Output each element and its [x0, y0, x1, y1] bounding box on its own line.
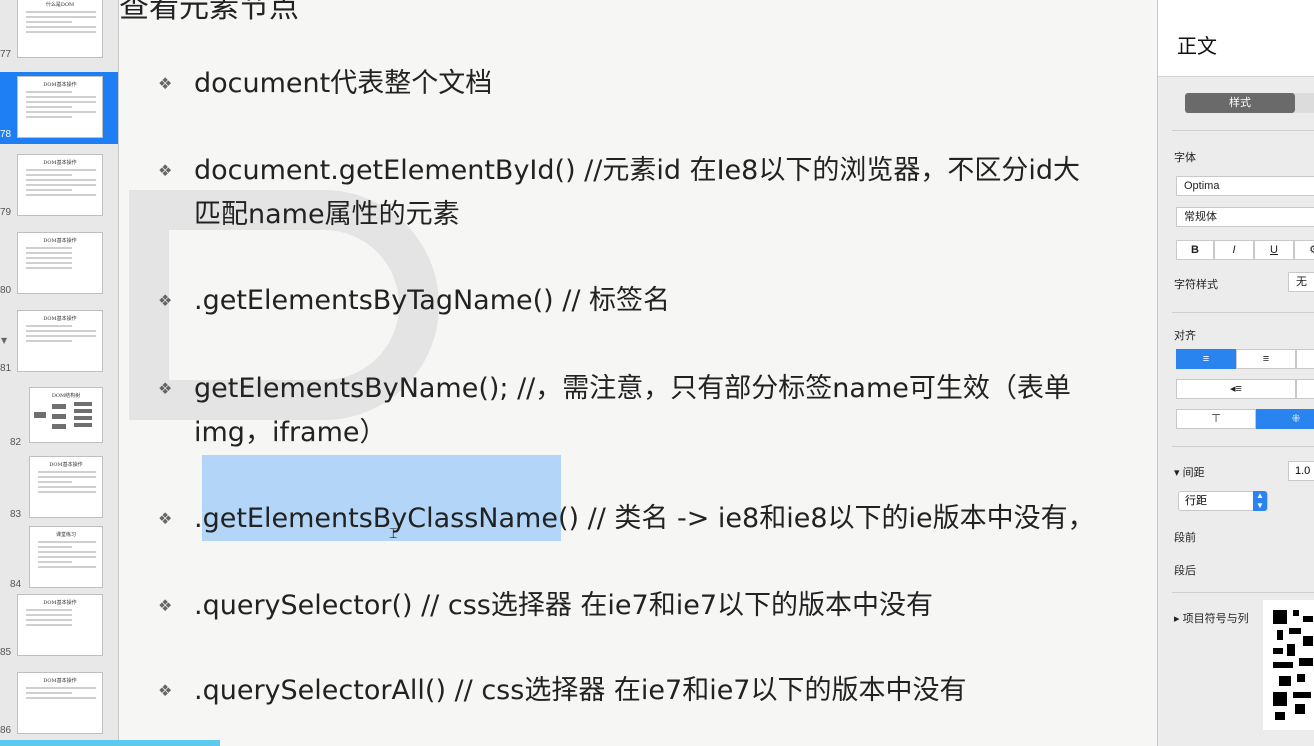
bullet-text[interactable]: .querySelectorAll() // css选择器 在ie7和ie7以下… [194, 671, 966, 711]
bullet-text[interactable]: document代表整个文档 [194, 64, 492, 104]
thumbnail-image: DOM基本操作 [17, 594, 103, 656]
collapse-triangle-icon[interactable]: ▼ [1, 336, 7, 345]
spacing-label-text: 间距 [1182, 467, 1205, 479]
thumbnail-slide-79[interactable]: DOM基本操作 79 [0, 150, 118, 222]
line-spacing-label: 行距 [1185, 495, 1207, 507]
align-left-button[interactable]: ≡ [1176, 349, 1236, 369]
font-section-label: 字体 [1174, 152, 1196, 164]
bullet-text-continuation[interactable]: img，iframe） [194, 413, 387, 453]
inspector-header: 正文 [1158, 0, 1314, 77]
slide-number: 82 [10, 437, 22, 448]
underline-button[interactable]: U [1254, 240, 1294, 260]
gear-icon[interactable]: ⚙ [1294, 240, 1314, 260]
slide-number: 81 [0, 363, 12, 374]
thumbnail-slide-78[interactable]: DOM基本操作 78 [0, 72, 118, 144]
space-after-label: 段后 [1174, 565, 1196, 577]
qr-code-overlay [1263, 600, 1314, 730]
bullet-text[interactable]: .getElementsByClassName() // 类名 -> ie8和i… [194, 499, 1095, 539]
thumbnail-slide-82[interactable]: DOM结构树 82 [0, 380, 118, 452]
bullet-text[interactable]: document.getElementById() //元素id 在Ie8以下的… [194, 151, 1080, 191]
align-center-button[interactable]: ≡ [1236, 349, 1296, 369]
line-spacing-select[interactable]: 行距 ▲ ▼ [1178, 491, 1268, 511]
bullet-text[interactable]: .querySelector() // css选择器 在ie7和ie7以下的版本… [194, 586, 933, 626]
thumbnail-image: 课堂练习 [29, 526, 103, 588]
diamond-bullet-icon: ❖ [158, 291, 173, 310]
stepper-arrows-icon[interactable]: ▲ ▼ [1253, 491, 1267, 511]
audio-level-indicator [0, 740, 220, 746]
thumbnail-slide-81[interactable]: ▼ DOM基本操作 81 [0, 306, 118, 378]
thumbnail-title: DOM基本操作 [43, 238, 77, 244]
slide-title[interactable]: 查看元素节点 [119, 0, 299, 26]
thumbnail-slide-83[interactable]: DOM基本操作 83 [0, 452, 118, 524]
slide-number: 78 [0, 129, 12, 140]
thumbnail-slide-80[interactable]: DOM基本操作 80 [0, 228, 118, 300]
diamond-bullet-icon: ❖ [158, 509, 173, 528]
bullet-text[interactable]: .getElementsByTagName() // 标签名 [194, 281, 670, 321]
tab-style[interactable]: 样式 [1185, 93, 1295, 113]
tree-diagram-icon [34, 402, 100, 432]
thumbnail-title: 课堂练习 [55, 532, 76, 538]
italic-button[interactable]: I [1214, 240, 1254, 260]
tab-layout[interactable] [1295, 93, 1314, 113]
thumbnail-title: DOM结构树 [51, 393, 81, 399]
character-style-label: 字符样式 [1174, 279, 1218, 291]
thumbnail-title: DOM基本操作 [43, 82, 77, 88]
font-family-select[interactable]: Optima [1176, 176, 1314, 196]
thumbnail-slide-77[interactable]: 什么是DOM 77 [0, 0, 118, 64]
thumbnail-image: DOM基本操作 [17, 310, 103, 372]
vertical-align-middle-button[interactable]: ⁜ [1256, 409, 1314, 429]
format-inspector[interactable]: 正文 样式 字体 Optima 常规体 B I U ⚙ 字符样式 无 对齐 ≡ … [1157, 0, 1314, 746]
thumbnail-slide-85[interactable]: DOM基本操作 85 [0, 590, 118, 662]
thumbnail-title: DOM基本操作 [43, 678, 77, 684]
thumbnail-image: DOM结构树 [29, 387, 103, 443]
thumbnail-image: DOM基本操作 [17, 154, 103, 216]
bullets-section-label[interactable]: ▸ 项目符号与列 [1174, 610, 1249, 626]
bold-button[interactable]: B [1176, 240, 1214, 260]
thumbnail-title: DOM基本操作 [49, 462, 83, 468]
thumbnail-slide-84[interactable]: 课堂练习 84 [0, 522, 118, 594]
diamond-bullet-icon: ❖ [158, 596, 173, 615]
spacing-section-label: ▾ 间距 [1174, 467, 1205, 479]
align-right-button[interactable] [1296, 349, 1314, 369]
font-style-select[interactable]: 常规体 [1176, 207, 1314, 227]
slide-number: 86 [0, 725, 12, 736]
slide-thumbnail-sidebar[interactable]: 什么是DOM 77 DOM基本操作 78 DOM基本操作 79 DOM基本操作 … [0, 0, 119, 746]
diamond-bullet-icon: ❖ [158, 161, 173, 180]
character-style-select[interactable]: 无 [1288, 272, 1314, 292]
slide-canvas[interactable]: 查看元素节点 ❖ document代表整个文档 ❖ document.getEl… [119, 0, 1157, 746]
bullets-label-text: 项目符号与列 [1182, 613, 1249, 625]
slide-number: 77 [0, 49, 12, 60]
thumbnail-title: DOM基本操作 [43, 316, 77, 322]
thumbnail-image: DOM基本操作 [29, 456, 103, 518]
slide-number: 85 [0, 647, 12, 658]
alignment-section-label: 对齐 [1174, 330, 1196, 342]
text-cursor-icon: ⌶ [389, 526, 398, 542]
thumbnail-title: 什么是DOM [45, 2, 75, 8]
vertical-align-top-button[interactable]: ⊤ [1176, 409, 1256, 429]
slide-number: 84 [10, 579, 22, 590]
diamond-bullet-icon: ❖ [158, 379, 173, 398]
slide-number: 80 [0, 285, 12, 296]
decrease-indent-button[interactable]: ◂≡ [1176, 379, 1296, 399]
spacing-value-field[interactable]: 1.0 [1288, 461, 1314, 481]
thumbnail-image: DOM基本操作 [17, 672, 103, 734]
thumbnail-image: 什么是DOM [17, 0, 103, 58]
paragraph-style-name[interactable]: 正文 [1177, 30, 1217, 59]
thumbnail-title: DOM基本操作 [43, 160, 77, 166]
thumbnail-title: DOM基本操作 [43, 600, 77, 606]
space-before-label: 段前 [1174, 532, 1196, 544]
slide-number: 79 [0, 207, 12, 218]
thumbnail-image: DOM基本操作 [17, 232, 103, 294]
increase-indent-button[interactable] [1296, 379, 1314, 399]
diamond-bullet-icon: ❖ [158, 74, 173, 93]
bullet-text-continuation[interactable]: 匹配name属性的元素 [194, 195, 460, 235]
thumbnail-image: DOM基本操作 [17, 76, 103, 138]
bullet-text[interactable]: getElementsByName(); //，需注意，只有部分标签name可生… [194, 369, 1071, 409]
slide-number: 83 [10, 509, 22, 520]
thumbnail-slide-86[interactable]: DOM基本操作 86 [0, 668, 118, 740]
diamond-bullet-icon: ❖ [158, 681, 173, 700]
